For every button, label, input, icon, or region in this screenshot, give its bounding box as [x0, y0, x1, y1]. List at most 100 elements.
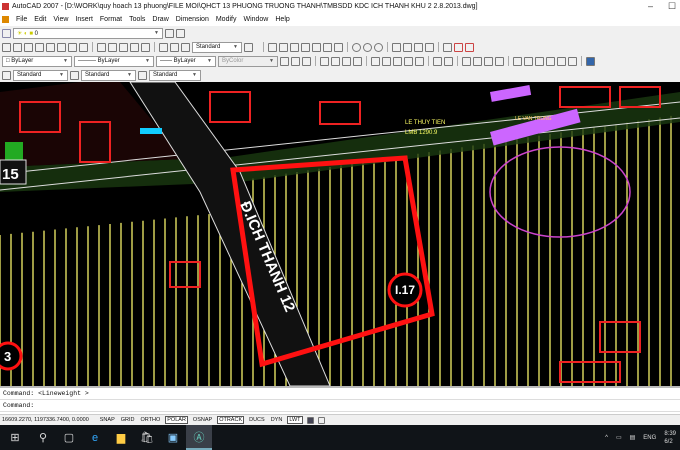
cross-icon[interactable] — [312, 42, 321, 52]
menu-dimension[interactable]: Dimension — [176, 16, 209, 23]
ordinate-icon[interactable] — [35, 42, 44, 52]
drawing-svg[interactable]: I.17 Đ.ICH THANH 12 15 3 LE THUY TIEN LM… — [0, 82, 680, 386]
app-icon[interactable]: ▣ — [160, 425, 186, 450]
block-icon[interactable] — [414, 42, 423, 52]
point-icon[interactable] — [425, 42, 434, 52]
match-properties-icon[interactable] — [404, 56, 413, 66]
sheet-set-icon[interactable] — [546, 56, 555, 66]
grid-toggle[interactable]: GRID — [120, 417, 136, 423]
zoom-window-icon[interactable] — [484, 56, 493, 66]
trim-icon[interactable] — [323, 42, 332, 52]
dyn-toggle[interactable]: DYN — [270, 417, 284, 423]
maximize-button[interactable]: ☐ — [668, 1, 676, 12]
minimize-button[interactable]: – — [648, 1, 653, 11]
menu-file[interactable]: File — [16, 16, 27, 23]
paste-icon[interactable] — [393, 56, 402, 66]
properties-icon[interactable] — [513, 56, 522, 66]
help-icon[interactable] — [586, 56, 595, 66]
menu-window[interactable]: Window — [243, 16, 268, 23]
network-icon[interactable]: ▭ — [616, 434, 622, 441]
menu-modify[interactable]: Modify — [216, 16, 237, 23]
dash-icon[interactable] — [334, 42, 343, 52]
tool-palettes-icon[interactable] — [535, 56, 544, 66]
center-mark-icon[interactable] — [141, 42, 150, 52]
3d-dwf-icon[interactable] — [353, 56, 362, 66]
menu-tools[interactable]: Tools — [129, 16, 145, 23]
publish-icon[interactable] — [342, 56, 351, 66]
polar-toggle[interactable]: POLAR — [165, 416, 188, 424]
design-center-icon[interactable] — [524, 56, 533, 66]
update-icon[interactable] — [181, 42, 190, 52]
zoom-realtime-icon[interactable] — [473, 56, 482, 66]
circle-icon[interactable] — [352, 42, 361, 52]
menu-view[interactable]: View — [53, 16, 68, 23]
zoom-previous-icon[interactable] — [495, 56, 504, 66]
lineweight-select[interactable]: —— ByLayer ▼ — [156, 55, 216, 67]
quickcalc-icon[interactable] — [568, 56, 577, 66]
text-style-select[interactable]: Standard ▼ — [13, 69, 68, 81]
measure-icon[interactable] — [443, 42, 452, 52]
preview-icon[interactable] — [331, 56, 340, 66]
angular-icon[interactable] — [79, 42, 88, 52]
open-icon[interactable] — [291, 56, 300, 66]
diameter-icon[interactable] — [68, 42, 77, 52]
menu-edit[interactable]: Edit — [34, 16, 46, 23]
drawing-canvas[interactable]: I.17 Đ.ICH THANH 12 15 3 LE THUY TIEN LM… — [0, 82, 680, 386]
notification-icon[interactable]: ▤ — [630, 434, 636, 441]
donut-icon[interactable] — [363, 42, 372, 52]
quick-dim-icon[interactable] — [97, 42, 106, 52]
language-indicator[interactable]: ENG — [643, 435, 656, 441]
windows-start-icon[interactable]: ⊞ — [0, 425, 30, 450]
continue-icon[interactable] — [119, 42, 128, 52]
line-icon[interactable] — [268, 42, 277, 52]
make-current-layer-icon[interactable] — [165, 28, 174, 38]
block-editor-icon[interactable] — [415, 56, 424, 66]
snap-toggle[interactable]: SNAP — [99, 417, 116, 423]
command-window[interactable]: Command: <Lineweight > Command: — [0, 386, 680, 415]
copy-icon[interactable] — [382, 56, 391, 66]
lwt-toggle[interactable]: LWT — [287, 416, 303, 424]
table-style-select[interactable]: Standard ▼ — [149, 69, 201, 81]
dim-style-icon[interactable] — [244, 42, 253, 52]
jogged-icon[interactable] — [57, 42, 66, 52]
table-style-icon[interactable] — [138, 70, 147, 80]
dim-style-select-2[interactable]: Standard ▼ — [81, 69, 136, 81]
command-input[interactable]: Command: — [0, 400, 680, 412]
tolerance-icon[interactable] — [130, 42, 139, 52]
xline-icon[interactable] — [301, 42, 310, 52]
search-icon[interactable]: ⚲ — [30, 425, 56, 450]
autocad-taskbar-icon[interactable]: Ⓐ — [186, 425, 212, 450]
plot-icon[interactable] — [320, 56, 329, 66]
new-icon[interactable] — [280, 56, 289, 66]
menu-insert[interactable]: Insert — [75, 16, 93, 23]
ellipse-icon[interactable] — [374, 42, 383, 52]
dimtedit-icon[interactable] — [170, 42, 179, 52]
color-select[interactable]: □ ByLayer ▼ — [2, 55, 72, 67]
arc-length-icon[interactable] — [24, 42, 33, 52]
model-icon[interactable] — [306, 416, 314, 424]
tray-chevron-icon[interactable]: ^ — [605, 435, 608, 441]
aligned-dim-icon[interactable] — [13, 42, 22, 52]
dimedit-icon[interactable] — [159, 42, 168, 52]
menu-help[interactable]: Help — [275, 16, 289, 23]
pan-icon[interactable] — [462, 56, 471, 66]
baseline-icon[interactable] — [108, 42, 117, 52]
undo-icon[interactable] — [433, 56, 442, 66]
mtext-icon[interactable] — [454, 42, 463, 52]
layout-icon[interactable] — [317, 416, 325, 424]
osnap-toggle[interactable]: OSNAP — [192, 417, 213, 423]
layer-manager-icon[interactable] — [2, 28, 11, 38]
menu-format[interactable]: Format — [100, 16, 122, 23]
dim-style-select[interactable]: Standard ▼ — [192, 41, 242, 53]
store-icon[interactable]: 🛍 — [134, 425, 160, 450]
cut-icon[interactable] — [371, 56, 380, 66]
dim-style-icon[interactable] — [70, 70, 79, 80]
linetype-select[interactable]: ——— ByLayer ▼ — [74, 55, 154, 67]
redo-icon[interactable] — [444, 56, 453, 66]
edge-browser-icon[interactable]: e — [82, 425, 108, 450]
ducs-toggle[interactable]: DUCS — [248, 417, 266, 423]
layer-select[interactable]: ☀ ◐ ■ 0 ▼ — [13, 27, 163, 39]
radius-icon[interactable] — [46, 42, 55, 52]
polyline-icon[interactable] — [279, 42, 288, 52]
menu-draw[interactable]: Draw — [152, 16, 168, 23]
